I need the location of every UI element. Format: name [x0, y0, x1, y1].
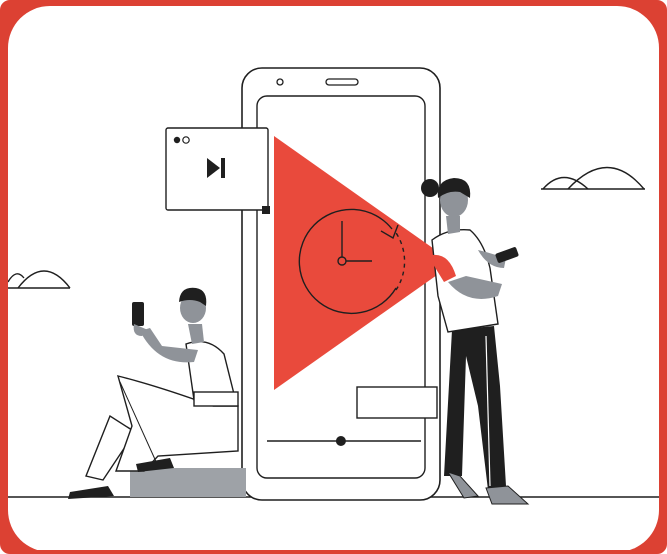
illustration-scene: [8, 67, 659, 505]
cloud-right: [541, 166, 645, 190]
cloud-left: [8, 270, 71, 289]
skip-card: [165, 127, 270, 214]
seat-block: [130, 468, 246, 497]
illustration-canvas: [8, 6, 659, 550]
illustration-frame: [0, 0, 667, 554]
progress-knob[interactable]: [335, 436, 346, 446]
screen-button[interactable]: [356, 386, 438, 419]
sitting-person: [68, 287, 246, 499]
